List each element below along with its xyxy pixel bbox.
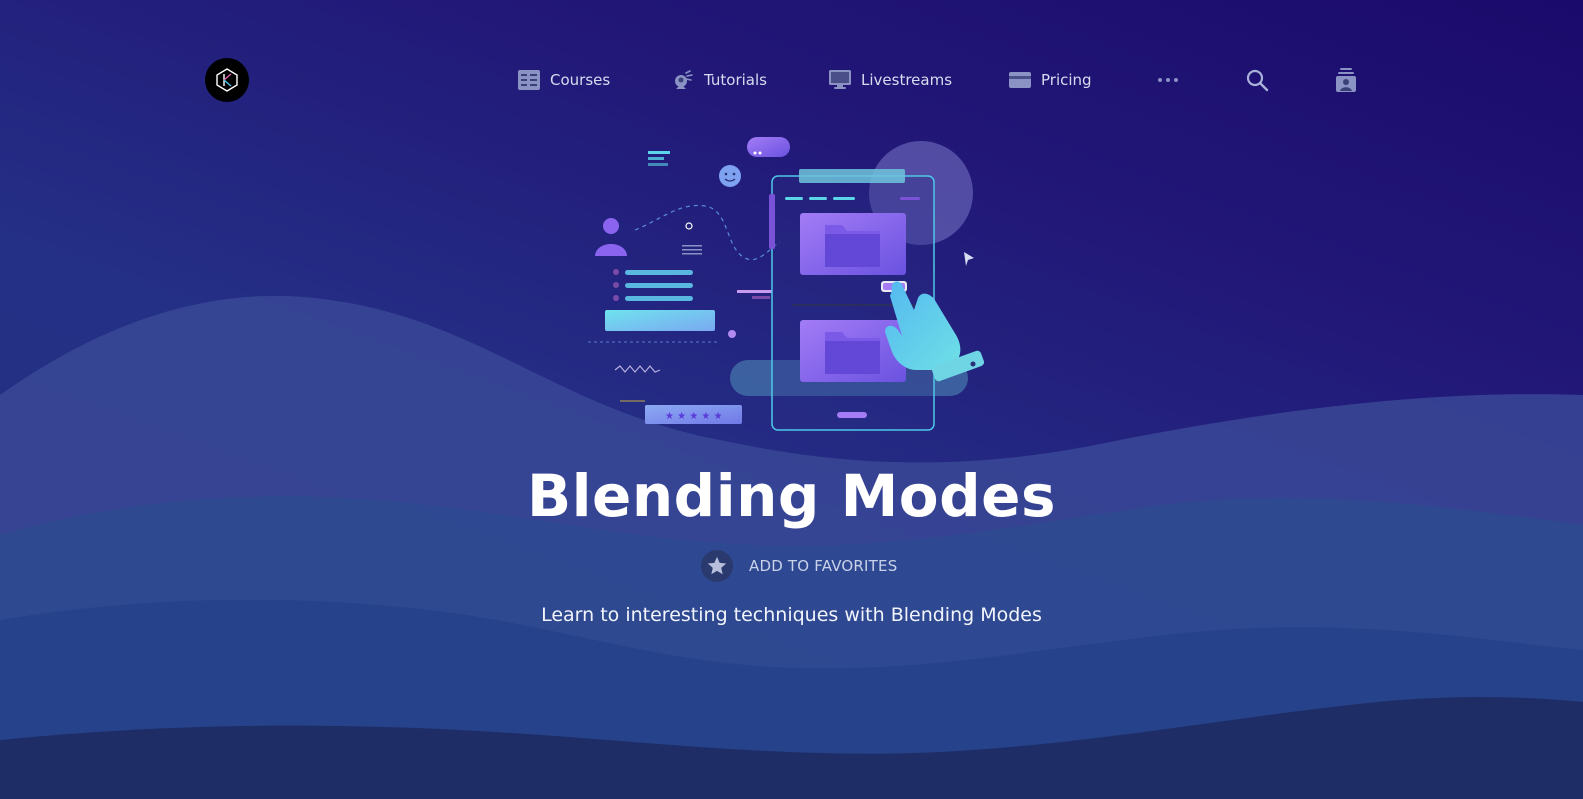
nav-label-tutorials: Tutorials — [704, 71, 767, 89]
star-icon — [701, 550, 733, 582]
nav-label-pricing: Pricing — [1041, 71, 1092, 89]
nav-label-livestreams: Livestreams — [861, 71, 953, 89]
courses-icon — [518, 70, 540, 90]
pricing-icon — [1009, 72, 1031, 88]
nav-item-tutorials[interactable]: Tutorials — [672, 66, 767, 94]
kodeco-logo-icon[interactable] — [205, 58, 249, 102]
nav-item-pricing[interactable]: Pricing — [1009, 66, 1092, 94]
account-icon[interactable] — [1332, 66, 1360, 94]
tutorials-icon — [672, 69, 694, 91]
top-navigation: Courses Tutorials Livestreams Pricing — [0, 0, 1583, 160]
search-icon[interactable] — [1243, 66, 1271, 94]
mobile-app-interaction-illustration: ★ ★ ★ ★ ★ — [588, 137, 985, 431]
page-subtitle: Learn to interesting techniques with Ble… — [541, 604, 1042, 626]
svg-text:★ ★ ★ ★ ★: ★ ★ ★ ★ ★ — [665, 411, 723, 422]
add-to-favorites-label: ADD TO FAVORITES — [749, 557, 898, 575]
nav-item-courses[interactable]: Courses — [518, 66, 610, 94]
nav-item-livestreams[interactable]: Livestreams — [829, 66, 952, 94]
add-to-favorites-button[interactable]: ADD TO FAVORITES — [701, 550, 897, 582]
page-title: Blending Modes — [526, 462, 1057, 530]
livestreams-icon — [829, 70, 851, 90]
more-dots-icon[interactable] — [1154, 66, 1182, 94]
nav-label-courses: Courses — [550, 71, 611, 89]
